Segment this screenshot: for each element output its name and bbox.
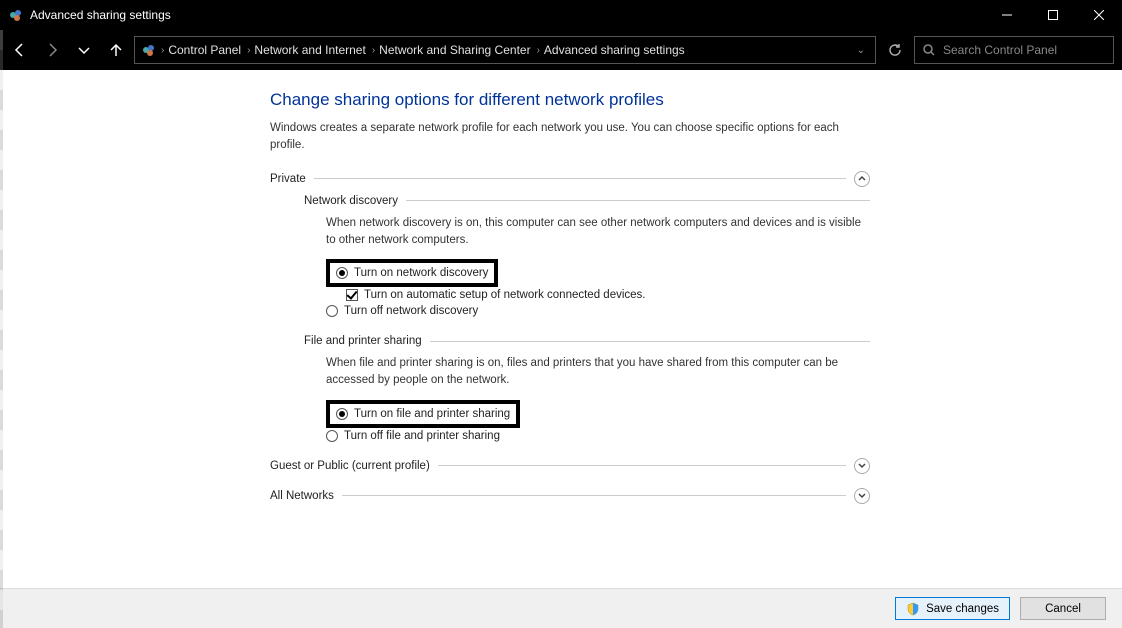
network-discovery-group: Network discovery When network discovery… xyxy=(304,195,870,320)
app-icon xyxy=(8,7,24,23)
highlight-box: Turn on file and printer sharing xyxy=(326,400,520,428)
fps-desc: When file and printer sharing is on, fil… xyxy=(326,355,870,390)
breadcrumb[interactable]: Advanced sharing settings xyxy=(544,43,685,57)
expand-button[interactable] xyxy=(854,458,870,474)
guest-public-label: Guest or Public (current profile) xyxy=(270,460,430,472)
chevron-right-icon: › xyxy=(161,45,164,56)
nd-off-label: Turn off network discovery xyxy=(344,305,478,317)
all-networks-label: All Networks xyxy=(270,490,334,502)
minimize-button[interactable] xyxy=(984,0,1030,30)
private-section: Private Network discovery When network d… xyxy=(270,171,870,444)
breadcrumb[interactable]: Network and Internet› xyxy=(254,43,375,57)
refresh-button[interactable] xyxy=(880,36,910,64)
window-title: Advanced sharing settings xyxy=(30,8,171,22)
search-icon xyxy=(923,44,935,56)
fps-on-radio[interactable] xyxy=(336,408,348,420)
nd-off-radio[interactable] xyxy=(326,305,338,317)
forward-button[interactable] xyxy=(38,36,66,64)
fps-on-label: Turn on file and printer sharing xyxy=(354,408,510,420)
divider xyxy=(342,495,846,496)
save-changes-button[interactable]: Save changes xyxy=(895,597,1010,620)
address-bar[interactable]: › Control Panel› Network and Internet› N… xyxy=(134,36,876,64)
up-button[interactable] xyxy=(102,36,130,64)
divider xyxy=(430,341,870,342)
fps-off-radio[interactable] xyxy=(326,430,338,442)
private-label: Private xyxy=(270,173,306,185)
nd-on-radio[interactable] xyxy=(336,267,348,279)
network-discovery-title: Network discovery xyxy=(304,195,398,207)
guest-public-section: Guest or Public (current profile) xyxy=(270,458,870,474)
expand-button[interactable] xyxy=(854,488,870,504)
nd-auto-checkbox[interactable] xyxy=(346,289,358,301)
page-title: Change sharing options for different net… xyxy=(270,90,870,110)
breadcrumb[interactable]: Control Panel› xyxy=(168,43,250,57)
nd-on-label: Turn on network discovery xyxy=(354,267,488,279)
search-box[interactable]: Search Control Panel xyxy=(914,36,1114,64)
nd-auto-label: Turn on automatic setup of network conne… xyxy=(364,289,645,301)
divider xyxy=(438,465,846,466)
address-icon xyxy=(141,42,157,58)
save-label: Save changes xyxy=(926,603,999,615)
bottom-bar: Save changes Cancel xyxy=(0,588,1122,628)
highlight-box: Turn on network discovery xyxy=(326,259,498,287)
chevron-down-icon[interactable]: ⌄ xyxy=(857,45,869,56)
collapse-button[interactable] xyxy=(854,171,870,187)
left-edge-artifact xyxy=(0,30,3,628)
fps-title: File and printer sharing xyxy=(304,335,422,347)
close-button[interactable] xyxy=(1076,0,1122,30)
breadcrumb[interactable]: Network and Sharing Center› xyxy=(379,43,540,57)
navigation-bar: › Control Panel› Network and Internet› N… xyxy=(0,30,1122,70)
shield-icon xyxy=(906,602,920,616)
recent-dropdown[interactable] xyxy=(70,36,98,64)
maximize-button[interactable] xyxy=(1030,0,1076,30)
network-discovery-desc: When network discovery is on, this compu… xyxy=(326,215,870,250)
cancel-label: Cancel xyxy=(1045,603,1081,615)
all-networks-section: All Networks xyxy=(270,488,870,504)
search-placeholder: Search Control Panel xyxy=(943,43,1057,57)
back-button[interactable] xyxy=(6,36,34,64)
fps-off-label: Turn off file and printer sharing xyxy=(344,430,500,442)
file-printer-sharing-group: File and printer sharing When file and p… xyxy=(304,335,870,444)
content-area: Change sharing options for different net… xyxy=(0,70,1122,588)
titlebar: Advanced sharing settings xyxy=(0,0,1122,30)
cancel-button[interactable]: Cancel xyxy=(1020,597,1106,620)
divider xyxy=(314,178,846,179)
divider xyxy=(406,200,870,201)
page-description: Windows creates a separate network profi… xyxy=(270,120,870,155)
